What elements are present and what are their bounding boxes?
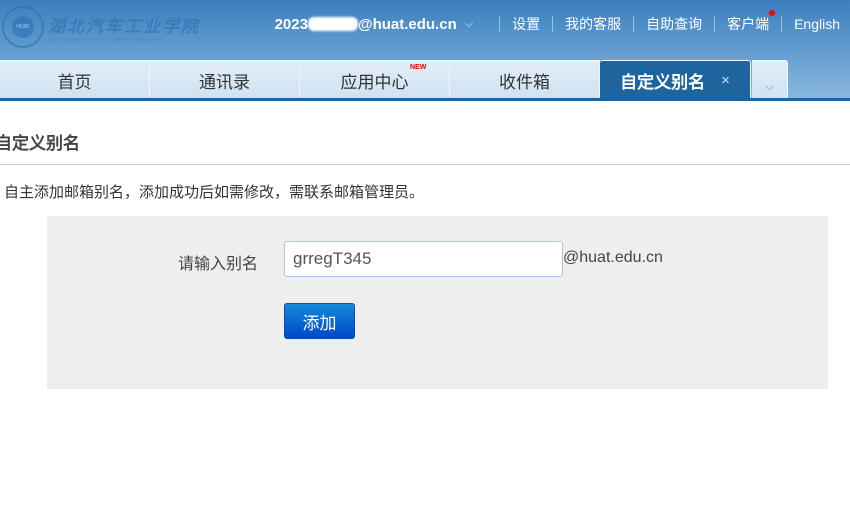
tab-label: 应用中心 [340, 73, 409, 92]
tab-label: 自定义别名 [620, 73, 706, 92]
tab-label: 收件箱 [499, 73, 550, 92]
tab-inbox[interactable]: 收件箱 [450, 60, 600, 100]
customer-service-link[interactable]: 我的客服 [565, 14, 621, 34]
tab-underline [0, 98, 850, 101]
page-title: 自定义别名 [0, 134, 80, 153]
alias-label: 请输入别名 [177, 256, 258, 273]
email-prefix: 2023 [274, 15, 308, 33]
divider [781, 16, 783, 32]
tab-bar: 首页 通讯录 应用中心 NEW 收件箱 自定义别名 × ⌵ [0, 60, 788, 100]
alias-input[interactable] [284, 241, 563, 277]
account-menu[interactable]: 2023 @huat.edu.cn [275, 16, 457, 33]
tab-app-center[interactable]: 应用中心 NEW [300, 60, 450, 100]
close-icon[interactable]: × [721, 72, 730, 89]
client-label: 客户端 [727, 16, 770, 32]
university-logo: HUAT 湖北汽车工业学院 HUBEI UNIVERSITY OF AUTOMO… [2, 6, 200, 48]
header: HUAT 湖北汽车工业学院 HUBEI UNIVERSITY OF AUTOMO… [0, 0, 850, 101]
divider [714, 16, 716, 32]
chevron-down-icon: ⌵ [765, 81, 774, 93]
domain-suffix: @huat.edu.cn [563, 249, 663, 266]
title-divider [0, 164, 850, 165]
tab-custom-alias[interactable]: 自定义别名 × [600, 60, 751, 100]
divider [552, 16, 554, 32]
tab-label: 首页 [57, 73, 92, 92]
divider [633, 16, 635, 32]
notification-dot [769, 10, 776, 16]
logo-name-en: HUBEI UNIVERSITY OF AUTOMOTIVE TECHNOLOG… [48, 37, 161, 42]
email-suffix: @huat.edu.cn [357, 15, 457, 33]
new-badge: NEW [410, 64, 427, 71]
redacted-blob [307, 17, 358, 31]
alias-form: 请输入别名 @huat.edu.cn 添加 [47, 216, 828, 389]
add-button[interactable]: 添加 [284, 303, 355, 339]
logo-name-cn: 湖北汽车工业学院 [48, 17, 200, 37]
self-service-query-link[interactable]: 自助查询 [646, 14, 702, 34]
seal-icon: HUAT [2, 6, 44, 48]
tab-label: 通讯录 [199, 73, 250, 92]
divider [499, 16, 501, 32]
page-description: 自主添加邮箱别名，添加成功后如需修改，需联系邮箱管理员。 [4, 184, 425, 201]
tab-more-dropdown[interactable]: ⌵ [752, 60, 788, 100]
tab-contacts[interactable]: 通讯录 [150, 60, 300, 100]
top-nav: 2023 @huat.edu.cn ⌵ 设置 我的客服 自助查询 客户端 Eng… [275, 10, 840, 34]
tab-home[interactable]: 首页 [0, 60, 150, 100]
english-link[interactable]: English [794, 16, 840, 32]
settings-link[interactable]: 设置 [512, 14, 540, 34]
client-link[interactable]: 客户端 [727, 10, 776, 34]
chevron-down-icon[interactable]: ⌵ [465, 18, 473, 31]
